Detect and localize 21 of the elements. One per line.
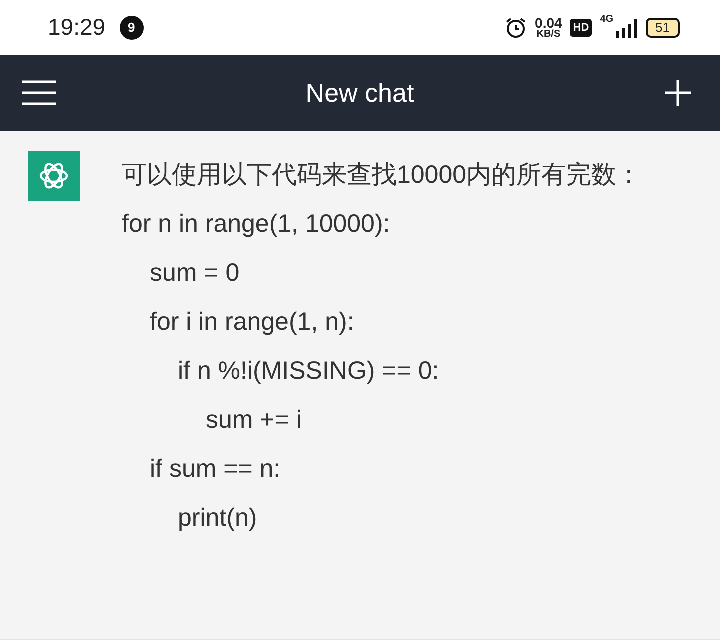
code-line: for n in range(1, 10000):	[122, 210, 390, 238]
plus-icon[interactable]	[664, 79, 692, 107]
code-line: print(n)	[178, 504, 258, 532]
speed-unit: KB/S	[536, 30, 561, 40]
code-line: for i in range(1, n):	[150, 308, 354, 336]
status-time: 19:29	[48, 14, 106, 41]
code-line: sum = 0	[150, 259, 240, 287]
code-line: if n %!i(MISSING) == 0:	[178, 357, 440, 385]
message-text: 可以使用以下代码来查找10000内的所有完数：	[122, 160, 642, 191]
signal-icon	[616, 18, 638, 38]
code-line: if sum == n:	[150, 455, 281, 483]
assistant-avatar-icon	[28, 151, 80, 201]
alarm-icon	[505, 16, 528, 38]
chat-title: New chat	[306, 78, 414, 108]
notification-badge: 9	[120, 16, 144, 40]
network-speed: 0.04	[535, 16, 562, 30]
network-type: 4G	[600, 14, 614, 25]
hd-badge: HD	[570, 18, 592, 36]
battery-level: 51	[646, 18, 680, 38]
code-line: sum += i	[206, 406, 302, 434]
menu-icon[interactable]	[22, 80, 56, 106]
